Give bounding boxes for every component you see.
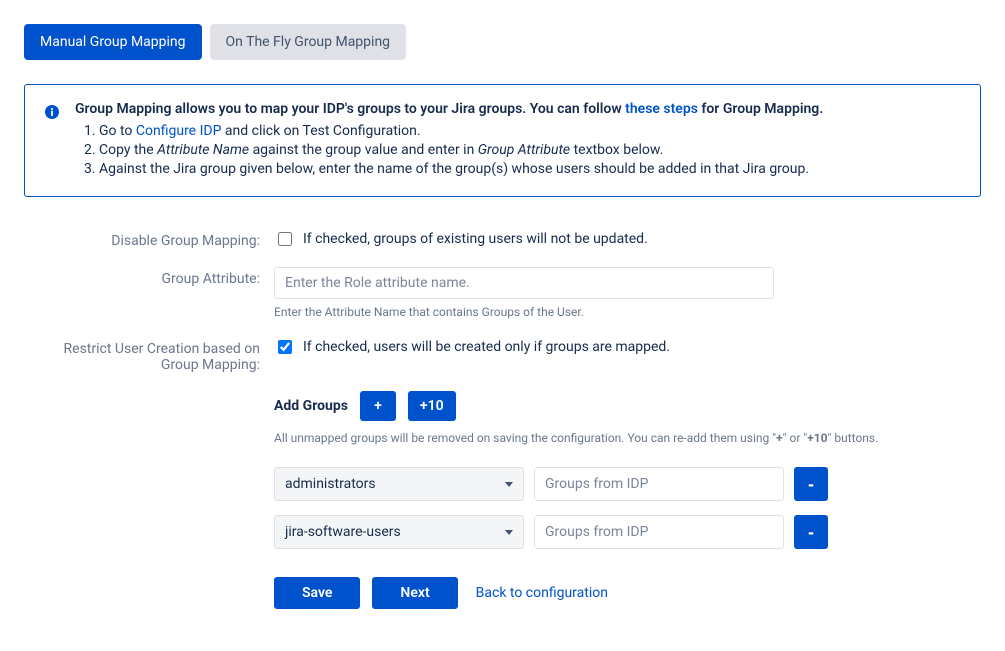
link-configure-idp[interactable]: Configure IDP [136,123,222,139]
info-leading-text: Group Mapping allows you to map your IDP… [75,101,960,117]
add-ten-groups-button[interactable]: +10 [408,391,456,421]
add-groups-title: Add Groups [274,398,348,414]
info-text-post: for Group Mapping. [698,101,823,117]
info-text-pre: Group Mapping allows you to map your IDP… [75,101,625,117]
remove-group-button-1[interactable]: - [794,515,828,549]
info-icon [45,105,59,180]
checkbox-restrict-desc: If checked, users will be created only i… [303,339,670,355]
step2-mid: against the group value and enter in [249,142,478,158]
step1-pre: Go to [99,123,136,139]
ag-help-mid: " or " [783,431,808,445]
add-group-button[interactable]: + [360,391,396,421]
info-panel: Group Mapping allows you to map your IDP… [24,84,981,197]
checkbox-row-restrict: If checked, users will be created only i… [274,337,914,357]
label-group-attribute: Group Attribute: [24,267,274,287]
link-these-steps[interactable]: these steps [625,101,698,117]
ag-help-b2: +10 [807,431,827,445]
help-group-attribute: Enter the Attribute Name that contains G… [274,305,914,319]
checkbox-disable-group-mapping[interactable] [278,232,292,246]
select-jira-group-jira-software-users[interactable]: jira-software-users [274,515,524,549]
info-step-3: Against the Jira group given below, ente… [99,161,960,177]
add-groups-help: All unmapped groups will be removed on s… [274,431,914,445]
ag-help-pre: All unmapped groups will be removed on s… [274,431,776,445]
step2-pre: Copy the [99,142,157,158]
checkbox-row-disable: If checked, groups of existing users wil… [274,229,914,249]
form-actions: Save Next Back to configuration [274,577,914,609]
add-groups-header: Add Groups + +10 [274,391,914,421]
group-mapping-row: jira-software-users - [274,515,914,549]
label-restrict-user-creation: Restrict User Creation based on Group Ma… [24,337,274,373]
checkbox-disable-desc: If checked, groups of existing users wil… [303,231,648,247]
tabs: Manual Group Mapping On The Fly Group Ma… [24,24,981,60]
group-mapping-row: administrators - [274,467,914,501]
input-idp-groups-1[interactable] [534,515,784,549]
tab-on-the-fly-group-mapping[interactable]: On The Fly Group Mapping [210,24,407,60]
step2-post: textbox below. [570,142,663,158]
label-disable-group-mapping: Disable Group Mapping: [24,229,274,249]
chevron-down-icon [505,482,513,487]
info-step-2: Copy the Attribute Name against the grou… [99,142,960,158]
select-value: administrators [285,476,376,492]
tab-manual-group-mapping[interactable]: Manual Group Mapping [24,24,202,60]
info-step-1: Go to Configure IDP and click on Test Co… [99,123,960,139]
select-jira-group-administrators[interactable]: administrators [274,467,524,501]
info-steps-list: Go to Configure IDP and click on Test Co… [75,123,960,177]
ag-help-post: " buttons. [828,431,879,445]
chevron-down-icon [505,530,513,535]
select-value: jira-software-users [285,524,401,540]
input-group-attribute[interactable] [274,267,774,299]
remove-group-button-0[interactable]: - [794,467,828,501]
checkbox-restrict-user-creation[interactable] [278,340,292,354]
step2-em1: Attribute Name [157,142,249,158]
next-button[interactable]: Next [372,577,457,609]
input-idp-groups-0[interactable] [534,467,784,501]
step2-em2: Group Attribute [478,142,570,158]
step1-post: and click on Test Configuration. [221,123,420,139]
save-button[interactable]: Save [274,577,360,609]
back-to-configuration-link[interactable]: Back to configuration [476,585,608,601]
